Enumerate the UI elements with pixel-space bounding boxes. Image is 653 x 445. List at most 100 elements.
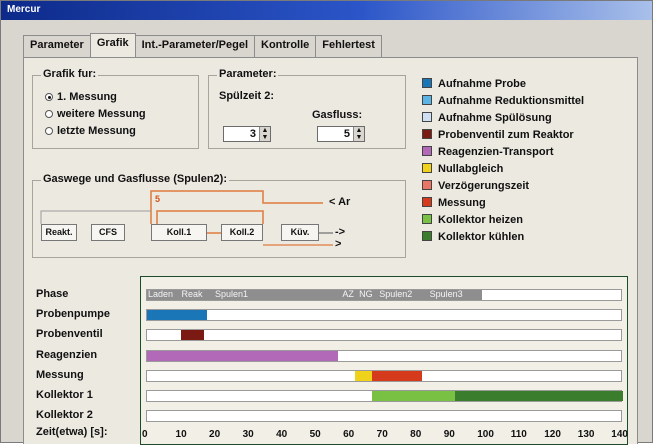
radio-weitere-messung[interactable]: weitere Messung	[45, 108, 146, 120]
timeline-segment	[371, 391, 456, 401]
timeline-label-reagenzien: Reagenzien	[36, 349, 98, 361]
grafik-fuer-title: Grafik fur:	[41, 68, 99, 80]
radio-empty-icon	[45, 110, 53, 118]
phase-text: Spulen1	[215, 289, 249, 299]
outlet-arrow-1: ->	[335, 226, 346, 238]
timeline-label-kollektor-1: Kollektor 1	[36, 389, 93, 401]
color-swatch	[422, 95, 432, 105]
legend-item: Aufnahme Spülösung	[422, 111, 552, 125]
axis-tick-label: 30	[242, 429, 254, 440]
timeline-lane-7	[146, 410, 622, 422]
axis-tick-label: 130	[577, 429, 595, 440]
tab-strip: Parameter Grafik Int.-Parameter/Pegel Ko…	[23, 33, 382, 57]
box-reakt: Reakt.	[41, 224, 77, 241]
grafik-fuer-group: Grafik fur: 1. Messung weitere Messung l…	[32, 68, 199, 149]
tab-int-parameter[interactable]: Int.-Parameter/Pegel	[134, 35, 255, 57]
spuelzeit-spinner[interactable]: 3 ▲ ▼	[223, 126, 271, 142]
spuelzeit-label: Spülzeit 2:	[219, 90, 275, 102]
timeline-lane-4	[146, 350, 622, 362]
axis-tick-label: 10	[175, 429, 187, 440]
legend-item: Verzögerungszeit	[422, 179, 529, 193]
number-label: 5	[155, 194, 161, 204]
legend-item: Aufnahme Reduktionsmittel	[422, 94, 584, 108]
timeline-lane-6	[146, 390, 623, 402]
argon-flow-line	[150, 190, 323, 224]
timeline-label-probenventil: Probenventil	[36, 328, 103, 340]
koll-flow-line	[156, 210, 264, 224]
box-koll1: Koll.1	[151, 224, 207, 241]
gasfluss-spinner[interactable]: 5 ▲ ▼	[317, 126, 365, 142]
radio-empty-icon	[45, 127, 53, 135]
gasfluss-value: 5	[343, 128, 350, 140]
reakt-cfs-line	[40, 210, 151, 224]
tab-fehlertest[interactable]: Fehlertest	[315, 35, 382, 57]
radio-1-messung[interactable]: 1. Messung	[45, 91, 117, 103]
color-swatch	[422, 78, 432, 88]
phase-text: Laden	[148, 289, 174, 299]
timeline-lane-3	[146, 329, 622, 341]
color-swatch	[422, 197, 432, 207]
axis-tick-label: 20	[209, 429, 221, 440]
timeline-label-probenpumpe: Probenpumpe	[36, 308, 110, 320]
phase-text: AZ	[342, 289, 354, 299]
parameter-group: Parameter: Spülzeit 2: Gasfluss: 3 ▲ ▼ 5 …	[208, 68, 406, 149]
outlet-arrow-2: >	[335, 238, 342, 250]
axis-tick-label: 60	[343, 429, 355, 440]
window-title: Mercur	[7, 4, 41, 15]
legend-item: Kollektor heizen	[422, 213, 523, 227]
gaswege-group: Gaswege und Gasflusse (Spulen2): 5 < Ar …	[32, 173, 406, 258]
legend-item: Probenventil zum Reaktor	[422, 128, 574, 142]
timeline-lane-2	[146, 309, 622, 321]
timeline-segment	[147, 310, 208, 320]
color-swatch	[422, 163, 432, 173]
tab-kontrolle[interactable]: Kontrolle	[254, 35, 317, 57]
box-kuev: Küv.	[281, 224, 319, 241]
color-swatch	[422, 112, 432, 122]
timeline-label-kollektor-2: Kollektor 2	[36, 409, 93, 421]
application-window: Mercur Parameter Grafik Int.-Parameter/P…	[0, 0, 653, 445]
box-cfs: CFS	[91, 224, 125, 241]
timeline-chart: Laden Reak Spulen1 AZ NG Spulen2 Spulen3 0 10 20 3…	[140, 276, 628, 445]
axis-tick-label: 80	[410, 429, 422, 440]
timeline-lane-5	[146, 370, 622, 382]
axis-tick-label: 120	[544, 429, 561, 440]
legend-item: Aufnahme Probe	[422, 77, 526, 91]
color-swatch	[422, 180, 432, 190]
tab-parameter[interactable]: Parameter	[23, 35, 91, 57]
axis-tick-label: 0	[142, 429, 148, 440]
color-swatch	[422, 129, 432, 139]
parameter-title: Parameter:	[217, 68, 279, 80]
color-swatch	[422, 146, 432, 156]
box-koll2: Koll.2	[221, 224, 263, 241]
phase-text: Spulen3	[429, 289, 463, 299]
color-swatch	[422, 214, 432, 224]
legend-item: Messung	[422, 196, 486, 210]
timeline-segment	[354, 371, 372, 381]
timeline-label-phase: Phase	[36, 288, 69, 300]
spinner-arrows-icon[interactable]: ▲ ▼	[353, 127, 364, 141]
timeline-label-messung: Messung	[36, 369, 84, 381]
grafik-panel: Grafik fur: 1. Messung weitere Messung l…	[23, 57, 638, 445]
spinner-arrows-icon[interactable]: ▲ ▼	[259, 127, 270, 141]
color-swatch	[422, 231, 432, 241]
legend-item: Kollektor kühlen	[422, 230, 524, 244]
argon-label: < Ar	[329, 196, 351, 208]
phase-text: Reak	[181, 289, 203, 299]
radio-selected-icon	[45, 93, 53, 101]
radio-letzte-messung[interactable]: letzte Messung	[45, 125, 136, 137]
axis-tick-label: 70	[376, 429, 388, 440]
phase-text: Spulen2	[379, 289, 413, 299]
gas-flow-diagram	[40, 190, 333, 246]
axis-tick-label: 100	[477, 429, 494, 440]
title-bar: Mercur	[1, 1, 652, 20]
legend-item: Reagenzien-Transport	[422, 145, 554, 159]
timeline-axis-label: Zeit(etwa) [s]:	[36, 426, 108, 438]
timeline-segment	[147, 351, 339, 361]
legend-item: Nullabgleich	[422, 162, 503, 176]
tab-grafik[interactable]: Grafik	[89, 33, 136, 57]
spuelzeit-value: 3	[249, 128, 256, 140]
timeline-segment	[371, 371, 422, 381]
timeline-segment	[180, 330, 204, 340]
axis-tick-label: 40	[276, 429, 288, 440]
axis-tick-label: 90	[443, 429, 455, 440]
